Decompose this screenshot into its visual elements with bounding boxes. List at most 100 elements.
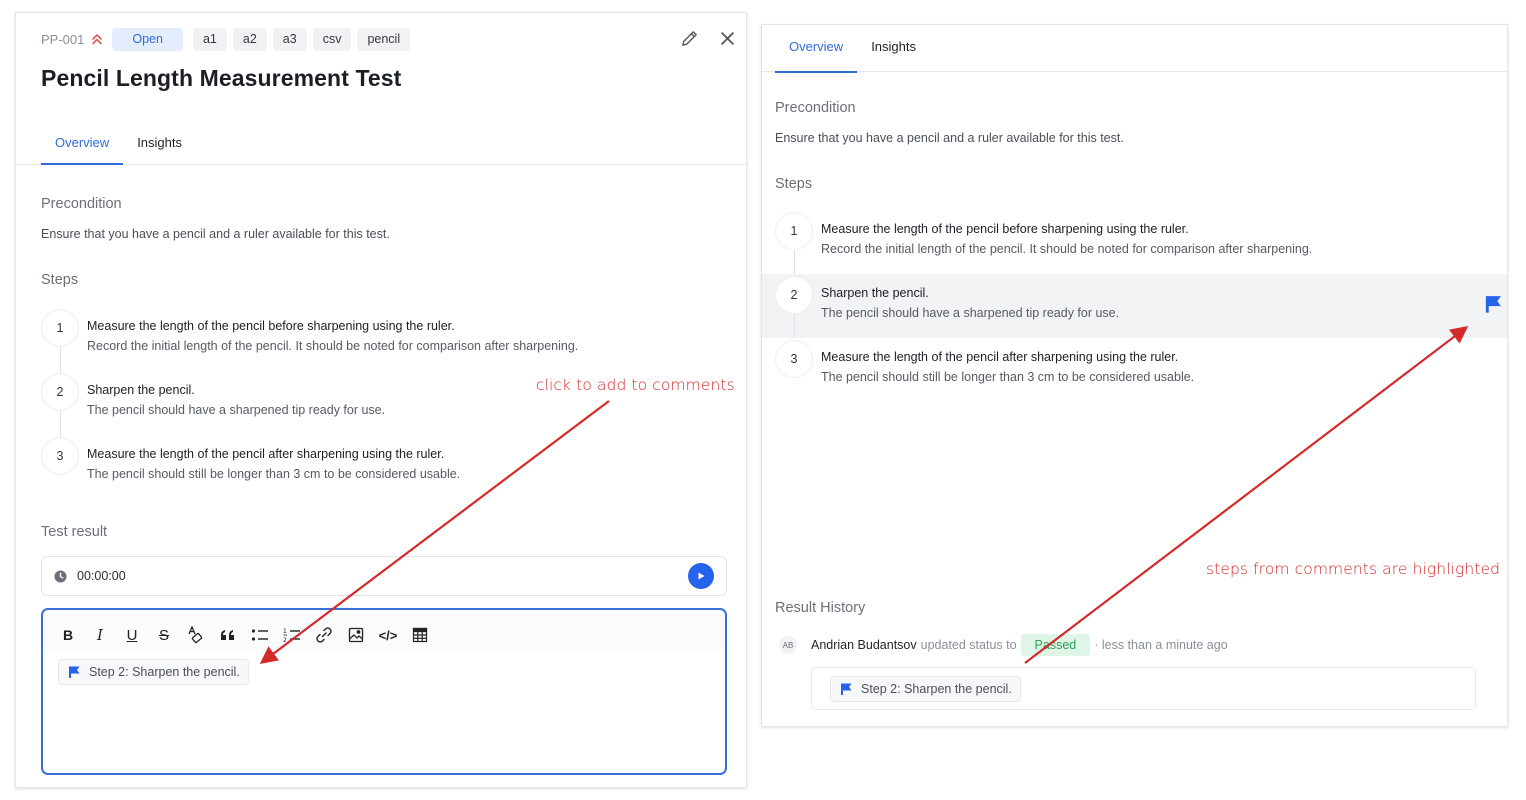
bullet-list-button[interactable] <box>244 622 276 648</box>
step-item[interactable]: 3 Measure the length of the pencil after… <box>762 338 1507 402</box>
clock-icon <box>54 569 67 583</box>
step-expected: Record the initial length of the pencil.… <box>87 339 579 353</box>
step-number: 3 <box>775 340 813 378</box>
precondition-text: Ensure that you have a pencil and a rule… <box>775 131 1124 145</box>
status-badge-passed: Passed <box>1020 634 1091 656</box>
tag-badge[interactable]: a1 <box>192 27 227 51</box>
precondition-text: Ensure that you have a pencil and a rule… <box>41 227 390 241</box>
svg-text:1: 1 <box>283 628 287 635</box>
step-flag-button[interactable] <box>1483 294 1505 316</box>
step-expected: The pencil should have a sharpened tip r… <box>821 306 1120 320</box>
header-actions <box>678 27 738 49</box>
quote-icon <box>221 630 234 640</box>
step-chip-label: Step 2: Sharpen the pencil. <box>89 665 240 679</box>
start-timer-button[interactable] <box>688 563 714 589</box>
steps-heading: Steps <box>41 272 79 288</box>
strikethrough-icon: S <box>158 626 169 644</box>
close-icon <box>720 31 734 45</box>
annotation-steps-highlighted: steps from comments are highlighted <box>1206 560 1501 578</box>
tag-badge[interactable]: a2 <box>232 27 267 51</box>
tab-overview[interactable]: Overview <box>41 122 124 165</box>
history-user[interactable]: Andrian Budantsov <box>811 638 917 652</box>
bullet-list-icon <box>251 629 268 641</box>
ordered-list-button[interactable]: 12 <box>276 622 308 648</box>
tab-insights[interactable]: Insights <box>123 122 196 164</box>
timer-field: 00:00:00 <box>41 556 727 596</box>
step-number: 1 <box>41 309 79 347</box>
tab-bar: Overview Insights <box>16 122 746 165</box>
play-icon <box>698 572 705 580</box>
step-expected: The pencil should have a sharpened tip r… <box>87 403 386 417</box>
chevrons-up-icon <box>92 34 103 45</box>
step-connector <box>60 347 61 373</box>
test-case-view-panel: Overview Insights Precondition Ensure th… <box>761 24 1508 727</box>
step-reference-chip[interactable]: Step 2: Sharpen the pencil. <box>830 676 1021 702</box>
clear-format-icon <box>188 626 203 644</box>
underline-icon: U <box>126 626 138 644</box>
table-button[interactable] <box>404 622 436 648</box>
step-reference-chip[interactable]: Step 2: Sharpen the pencil. <box>58 659 249 685</box>
step-item-highlighted[interactable]: 2 Sharpen the pencil. The pencil should … <box>762 274 1507 338</box>
step-connector <box>794 314 795 338</box>
blockquote-button[interactable] <box>212 622 244 648</box>
code-icon: </> <box>378 627 398 643</box>
tag-badge[interactable]: a3 <box>272 27 307 51</box>
image-icon <box>348 627 364 643</box>
steps-list: 1 Measure the length of the pencil befor… <box>762 210 1507 402</box>
underline-button[interactable]: U <box>116 622 148 648</box>
step-number: 1 <box>775 212 813 250</box>
avatar: AB <box>779 636 797 654</box>
case-header: PP-001 Open a1 a2 a3 csv pencil <box>41 27 416 51</box>
annotation-click-to-add: click to add to comments <box>536 376 735 394</box>
bold-button[interactable]: B <box>52 622 84 648</box>
link-button[interactable] <box>308 622 340 648</box>
step-item[interactable]: 1 Measure the length of the pencil befor… <box>762 210 1507 274</box>
history-comment: Step 2: Sharpen the pencil. <box>811 667 1476 710</box>
steps-list: 1 Measure the length of the pencil befor… <box>16 309 746 501</box>
code-button[interactable]: </> <box>372 622 404 648</box>
tab-insights[interactable]: Insights <box>857 26 930 72</box>
test-result-heading: Test result <box>41 524 108 540</box>
comment-editor[interactable]: B I U S 12 </> Step 2: Sharpen the penci… <box>41 608 727 775</box>
case-id: PP-001 <box>41 31 85 47</box>
bold-icon: B <box>62 627 74 643</box>
page-title: Pencil Length Measurement Test <box>41 65 402 91</box>
step-action: Measure the length of the pencil before … <box>821 222 1189 236</box>
history-action: updated status to <box>920 638 1017 652</box>
step-expected: The pencil should still be longer than 3… <box>87 467 461 481</box>
result-history-heading: Result History <box>775 600 866 616</box>
italic-button[interactable]: I <box>84 622 116 648</box>
precondition-heading: Precondition <box>41 196 122 212</box>
timer-value: 00:00:00 <box>77 569 126 583</box>
tab-overview[interactable]: Overview <box>775 26 858 73</box>
step-action: Measure the length of the pencil after s… <box>87 447 445 461</box>
step-connector <box>60 411 61 437</box>
tab-bar: Overview Insights <box>762 26 1507 73</box>
tag-badge[interactable]: csv <box>312 27 352 51</box>
step-action: Measure the length of the pencil before … <box>87 319 455 333</box>
italic-icon: I <box>97 626 103 644</box>
step-expected: The pencil should still be longer than 3… <box>821 370 1195 384</box>
history-time: · less than a minute ago <box>1094 638 1228 652</box>
table-icon <box>412 627 428 643</box>
history-entry: AB Andrian Budantsov updated status to P… <box>779 634 1228 656</box>
step-item[interactable]: 3 Measure the length of the pencil after… <box>16 437 746 501</box>
clear-format-button[interactable] <box>180 622 212 648</box>
editor-toolbar: B I U S 12 </> <box>43 610 725 650</box>
pencil-icon <box>681 30 697 46</box>
step-action: Sharpen the pencil. <box>821 286 929 300</box>
test-case-edit-panel: PP-001 Open a1 a2 a3 csv pencil Pencil L… <box>15 12 747 788</box>
step-number: 3 <box>41 437 79 475</box>
strikethrough-button[interactable]: S <box>148 622 180 648</box>
step-connector <box>794 250 795 274</box>
image-button[interactable] <box>340 622 372 648</box>
status-badge[interactable]: Open <box>112 27 183 51</box>
step-number: 2 <box>41 373 79 411</box>
flag-icon <box>69 666 80 678</box>
edit-button[interactable] <box>678 27 700 49</box>
tag-badge[interactable]: pencil <box>357 27 411 51</box>
close-button[interactable] <box>716 27 738 49</box>
link-icon <box>316 627 332 643</box>
ordered-list-icon: 12 <box>283 628 300 643</box>
step-item[interactable]: 1 Measure the length of the pencil befor… <box>16 309 746 373</box>
